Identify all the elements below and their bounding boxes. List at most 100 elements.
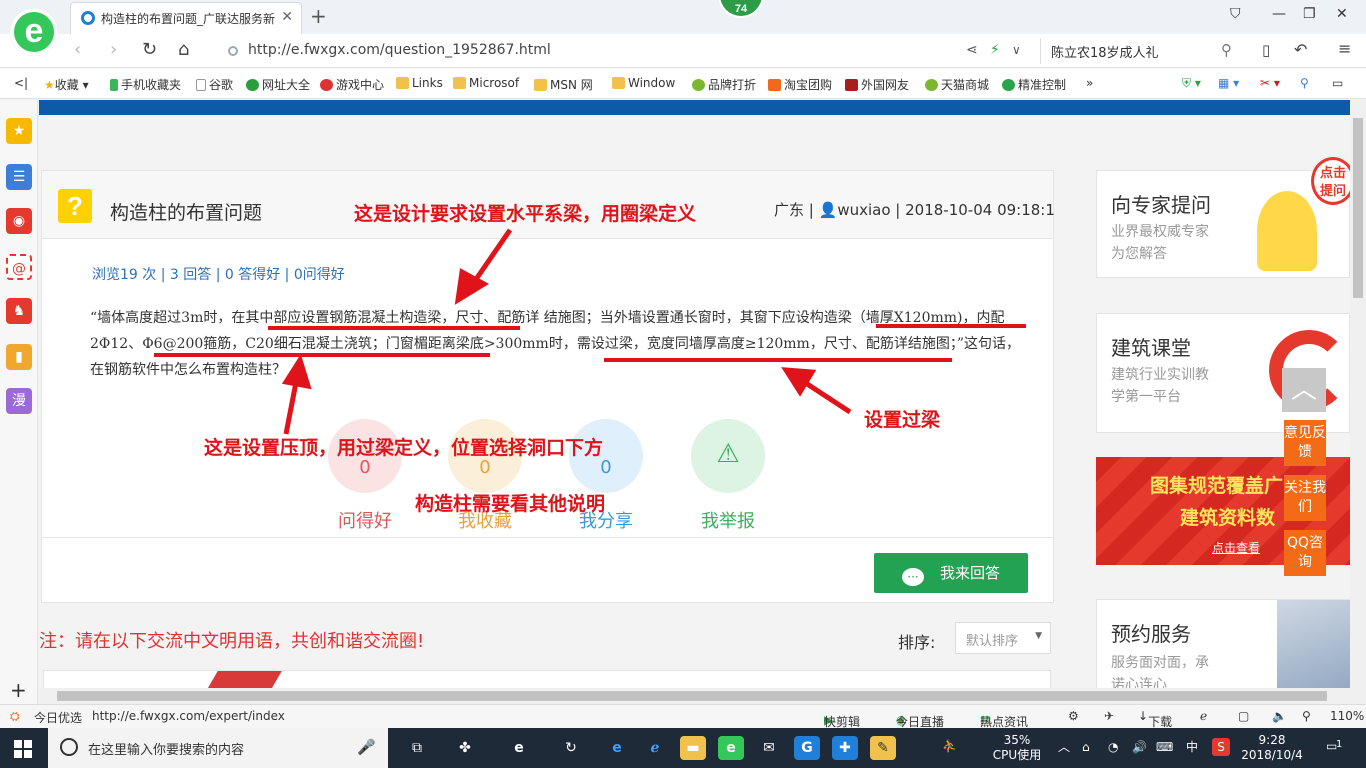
new-tab-icon[interactable]: + [310,4,327,28]
comics-icon[interactable]: 漫 [6,388,32,414]
report-button[interactable]: ⚠ 我举报 [691,419,765,533]
today-icon[interactable]: ⛭ [10,709,20,724]
tray-expand-icon[interactable]: ︿ [1058,740,1070,755]
home-icon[interactable]: ⌂ [178,39,189,60]
download[interactable]: ↓ 下载 [1138,709,1172,729]
shirt-icon[interactable]: ⛉ [1230,6,1241,22]
lightning-icon[interactable]: ⚡ [990,42,1000,58]
game-icon[interactable]: ♞ [6,298,32,324]
more-bookmarks-icon[interactable]: » [1086,76,1093,90]
today-picks[interactable]: 今日优选 [34,709,82,726]
answers-count[interactable]: 3 回答 [170,267,211,283]
back-to-top-icon[interactable]: ︿ [1282,368,1326,412]
wifi-icon[interactable]: ◔ [1108,740,1118,755]
chevron-down-icon[interactable]: ∨ [1012,43,1021,57]
people-icon[interactable]: ⛹ [942,739,957,754]
favorites-star-icon[interactable]: ★ [6,118,32,144]
bookmark-taobao[interactable]: 淘宝团购 [768,76,832,93]
mail-app-icon[interactable]: ✉ [756,736,782,760]
bookmark-google[interactable]: 谷歌 [196,76,233,93]
bookmark-precise[interactable]: 精准控制 [1002,76,1066,93]
search-icon[interactable]: ⚲ [1221,41,1232,59]
vertical-scrollbar[interactable] [1350,100,1366,704]
restore-icon[interactable]: ❐ [1303,6,1316,22]
bookmark-mobile[interactable]: 手机收藏夹 [110,76,181,93]
undo-icon[interactable]: ↶ [1294,40,1307,59]
notes-icon[interactable]: ▮ [6,344,32,370]
minimize-icon[interactable]: — [1272,6,1286,22]
ie-browser-icon[interactable]: e [506,736,532,760]
address-bar[interactable]: http://e.fwxgx.com/question_1952867.html [222,38,1042,64]
bookmark-games[interactable]: 游戏中心 [320,76,384,93]
bookmark-links[interactable]: Links [396,76,443,90]
notification-badge[interactable]: 74 [718,0,764,18]
cpu-usage[interactable]: 35% CPU使用 [986,733,1048,763]
sidebar-toggle-icon[interactable]: <| [14,76,28,90]
bookmark-foreign[interactable]: 外国网友 [845,76,909,93]
ime-indicator[interactable]: 中 [1186,740,1198,755]
phone-icon[interactable]: ▯ [1262,41,1270,59]
bookmark-msn[interactable]: MSN 网 [534,76,593,93]
zoom-out-icon[interactable]: ⚲ [1302,709,1311,723]
zoom-icon[interactable]: ⚲ [1300,76,1309,90]
glodon-app-icon[interactable]: G [794,736,820,760]
microphone-icon[interactable]: 🎤 [357,738,376,756]
browser-task-icon[interactable]: e [718,736,744,760]
bookmark-favorites[interactable]: ★收藏 ▾ [44,76,89,93]
bookmark-brand-discount[interactable]: 品牌打折 [692,76,756,93]
scroll-thumb[interactable] [57,691,1327,701]
ask-bubble[interactable]: 点击提问 [1311,157,1350,205]
back-icon[interactable]: ‹ [74,39,81,60]
sound-icon[interactable]: 🔈 [1272,709,1287,723]
add-sidebar-icon[interactable]: + [10,678,27,702]
scissors-icon[interactable]: ✂ ▾ [1260,76,1280,90]
sort-select[interactable]: 默认排序 ▼ [955,622,1051,654]
ask-expert-card[interactable]: 向专家提问 业界最权威专家 为您解答 点击提问 [1096,157,1350,278]
reading-list-icon[interactable]: ☰ [6,164,32,190]
bookmark-tmall[interactable]: 天猫商城 [925,76,989,93]
edge-browser-icon[interactable]: e [604,736,630,760]
browser-logo-icon[interactable]: e [10,8,58,56]
file-explorer-icon[interactable]: ▬ [680,736,706,760]
volume-icon[interactable]: 🔊 [1132,740,1147,755]
feedback-button[interactable]: 意见反馈 [1284,420,1326,466]
network-icon[interactable]: ⌂ [1082,740,1090,755]
answer-button[interactable]: ··· 我来回答 [874,553,1028,593]
horizontal-scrollbar[interactable] [39,688,1350,704]
close-tab-icon[interactable]: ✕ [281,9,293,25]
ie-mode-icon[interactable]: ℯ [1200,709,1207,723]
warning-icon[interactable]: ⚠ [691,419,765,493]
settings-icon[interactable]: ⚙ [1068,709,1079,723]
forward-icon[interactable]: › [110,39,117,60]
follow-us-button[interactable]: 关注我们 [1284,475,1326,521]
close-window-icon[interactable]: ✕ [1336,6,1348,22]
clock[interactable]: 9:28 2018/10/4 [1240,733,1304,763]
scroll-thumb[interactable] [1353,118,1363,298]
refresh-app-icon[interactable]: ↻ [558,736,584,760]
shield-icon[interactable]: ⛨ ▾ [1182,76,1201,91]
search-input[interactable]: 陈立农18岁成人礼 ⚲ [1040,38,1240,64]
window-icon[interactable]: ▢ [1238,709,1249,723]
more-tools-icon[interactable]: ▭ [1332,76,1343,90]
notes-app-icon[interactable]: ✎ [870,736,896,760]
pin-icon[interactable]: ✈ [1104,709,1114,723]
internet-explorer-icon[interactable]: ℯ [642,736,668,760]
bookmark-windows[interactable]: Window [612,76,675,90]
taskbar-search-input[interactable]: 在这里输入你要搜索的内容 🎤 [48,728,388,768]
promo-link[interactable]: 点击查看 [1212,539,1260,556]
booking-card[interactable]: 预约服务 服务面对面，承 诺心连心 [1096,599,1350,688]
menu-icon[interactable]: ≡ [1338,39,1351,58]
bookmark-directory[interactable]: 网址大全 [246,76,310,93]
qq-consult-button[interactable]: QQ咨询 [1284,530,1326,576]
apps-icon[interactable]: ▦ ▾ [1218,76,1239,90]
share-icon[interactable]: ⋖ [966,42,978,58]
question-user[interactable]: wuxiao [837,201,890,219]
keyboard-icon[interactable]: ⌨ [1156,740,1173,755]
tab-active[interactable]: 构造柱的布置问题_广联达服务新 ✕ [70,2,302,34]
sogou-icon[interactable]: S [1212,738,1230,756]
bookmark-microsoft[interactable]: Microsof [453,76,519,90]
cross-app-icon[interactable]: ✚ [832,736,858,760]
refresh-icon[interactable]: ↻ [142,39,157,60]
task-view-icon[interactable]: ⧉ [404,736,430,760]
zoom-level[interactable]: 110% [1330,709,1364,723]
